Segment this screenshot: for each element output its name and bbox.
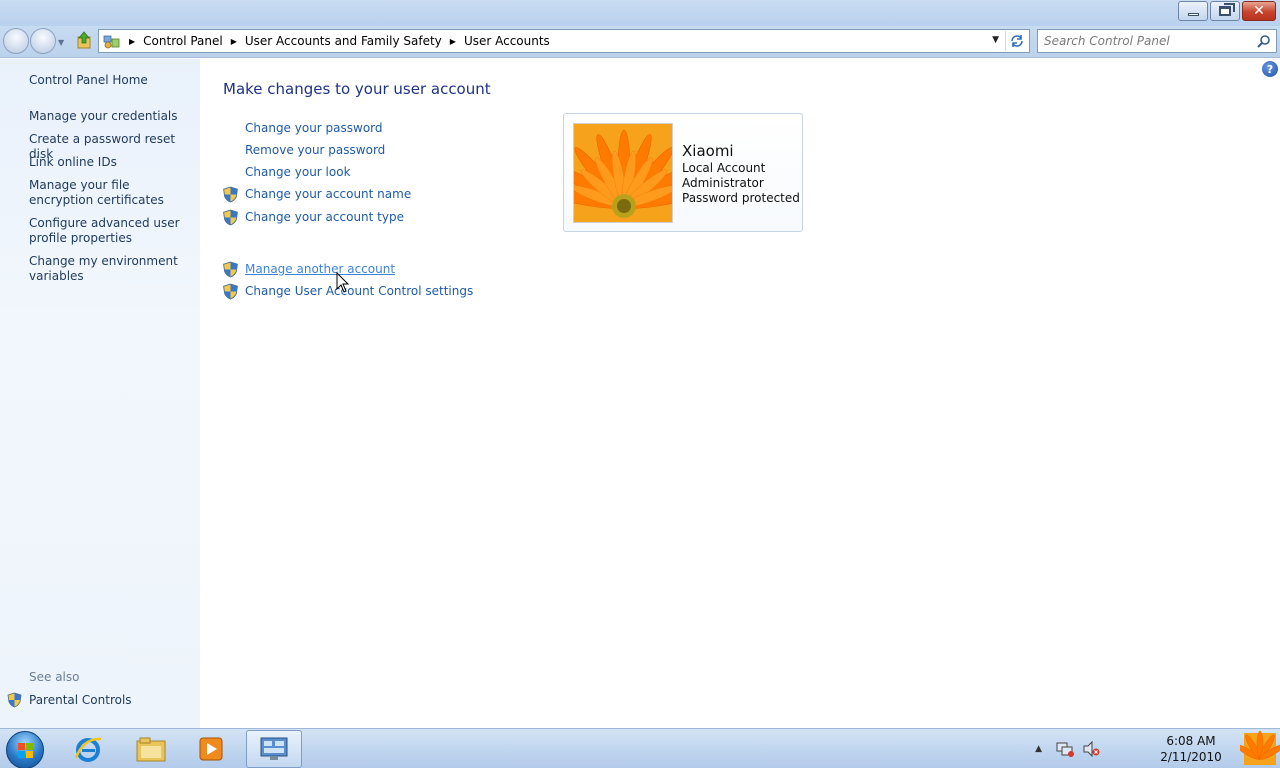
breadcrumb-user-accounts-family-safety[interactable]: User Accounts and Family Safety: [245, 34, 442, 48]
minimize-icon: [1187, 13, 1199, 16]
account-card: Xiaomi Local Account Administrator Passw…: [563, 113, 803, 232]
account-type-label: Local Account: [682, 161, 766, 175]
breadcrumb-separator-icon[interactable]: ▶: [129, 37, 135, 46]
show-hidden-icons-icon[interactable]: ▲: [1035, 744, 1042, 754]
breadcrumb-control-panel[interactable]: Control Panel: [143, 34, 223, 48]
sidebar-item-control-panel-home[interactable]: Control Panel Home: [29, 73, 194, 88]
clock-date: 2/11/2010: [1160, 750, 1222, 764]
change-account-name-link[interactable]: Change your account name: [245, 187, 411, 201]
internet-explorer-icon: [74, 737, 102, 762]
flower-picture-icon: [1240, 730, 1280, 765]
account-name: Xiaomi: [682, 142, 734, 160]
recent-pages-dropdown-icon[interactable]: ▼: [58, 38, 64, 47]
navigation-bar: ▼ ▶ Control Panel ▶ User Accounts and Fa…: [0, 26, 1280, 58]
notification-area: ▲: [1035, 729, 1100, 768]
sidebar-item-manage-credentials[interactable]: Manage your credentials: [29, 109, 194, 124]
change-look-link[interactable]: Change your look: [245, 165, 351, 179]
search-icon[interactable]: [1257, 34, 1271, 48]
title-bar: ✕: [0, 0, 1280, 26]
task-change-look: Change your look: [222, 163, 351, 181]
remove-password-link[interactable]: Remove your password: [245, 143, 385, 157]
sidebar-item-parental-controls[interactable]: Parental Controls: [7, 692, 132, 708]
close-button[interactable]: ✕: [1242, 1, 1276, 21]
task-remove-password: Remove your password: [222, 141, 385, 159]
task-change-account-name: Change your account name: [222, 185, 411, 203]
breadcrumb-separator-icon[interactable]: ▶: [450, 37, 456, 46]
window-controls: ✕: [1178, 1, 1276, 21]
uac-shield-icon: [7, 692, 22, 708]
change-account-type-link[interactable]: Change your account type: [245, 210, 404, 224]
manage-another-account-link[interactable]: Manage another account: [245, 262, 395, 276]
restore-button[interactable]: [1210, 1, 1240, 21]
sidebar-item-link-online-ids[interactable]: Link online IDs: [29, 155, 194, 170]
task-change-password: Change your password: [222, 119, 383, 137]
windows-logo-icon: [18, 743, 33, 758]
account-picture[interactable]: [573, 123, 673, 223]
show-desktop-button[interactable]: [1240, 729, 1280, 768]
page-title: Make changes to your user account: [223, 80, 491, 98]
search-box[interactable]: [1037, 29, 1277, 53]
parental-controls-label: Parental Controls: [29, 693, 132, 707]
breadcrumb-separator-icon[interactable]: ▶: [231, 37, 237, 46]
uac-shield-icon: [223, 283, 238, 299]
close-icon: ✕: [1253, 3, 1265, 19]
help-icon[interactable]: ?: [1262, 61, 1278, 77]
clock[interactable]: 6:08 AM 2/11/2010: [1156, 733, 1226, 765]
start-button[interactable]: [6, 731, 44, 768]
taskbar-windows-explorer[interactable]: [123, 730, 179, 768]
mouse-cursor-icon: [336, 272, 350, 293]
breadcrumb-user-accounts[interactable]: User Accounts: [464, 34, 550, 48]
task-manage-another-account: Manage another account: [222, 260, 395, 278]
uac-shield-icon: [223, 186, 238, 202]
account-role-label: Administrator: [682, 176, 764, 190]
restore-icon: [1219, 3, 1235, 16]
taskbar: ▲ 6:08 AM 2/11/2010: [0, 728, 1280, 768]
back-button[interactable]: [3, 28, 29, 54]
sidebar-item-advanced-profile-properties[interactable]: Configure advanced user profile properti…: [29, 216, 194, 246]
forward-button[interactable]: [30, 28, 56, 54]
sidebar-item-file-encryption-certificates[interactable]: Manage your file encryption certificates: [29, 178, 194, 208]
breadcrumb: Control Panel ▶ User Accounts and Family…: [143, 34, 550, 48]
refresh-icon: [1010, 35, 1023, 47]
change-uac-settings-link[interactable]: Change User Account Control settings: [245, 284, 473, 298]
volume-muted-icon[interactable]: [1082, 741, 1100, 757]
search-input[interactable]: [1044, 34, 1254, 48]
minimize-button[interactable]: [1178, 1, 1208, 21]
taskbar-control-panel[interactable]: [246, 730, 302, 768]
sidebar-item-environment-variables[interactable]: Change my environment variables: [29, 254, 194, 284]
up-folder-icon[interactable]: [76, 31, 92, 49]
network-icon[interactable]: [1056, 741, 1074, 757]
taskbar-internet-explorer[interactable]: [60, 730, 116, 768]
taskbar-media-player[interactable]: [183, 730, 239, 768]
change-password-link[interactable]: Change your password: [245, 121, 383, 135]
uac-shield-icon: [223, 261, 238, 277]
control-panel-icon: [260, 737, 288, 760]
task-change-account-type: Change your account type: [222, 208, 404, 226]
address-dropdown-icon[interactable]: ▼: [992, 35, 999, 45]
refresh-button[interactable]: [1005, 31, 1027, 51]
media-player-icon: [199, 737, 223, 761]
uac-shield-icon: [223, 209, 238, 225]
account-password-status: Password protected: [682, 191, 800, 205]
address-bar[interactable]: ▶ Control Panel ▶ User Accounts and Fami…: [98, 29, 1030, 53]
folder-icon: [136, 737, 166, 762]
task-pane: Control Panel Home Manage your credentia…: [0, 59, 200, 728]
flower-picture-icon: [574, 124, 672, 222]
see-also-heading: See also: [29, 670, 80, 684]
control-panel-icon: [103, 35, 120, 49]
clock-time: 6:08 AM: [1166, 734, 1216, 748]
